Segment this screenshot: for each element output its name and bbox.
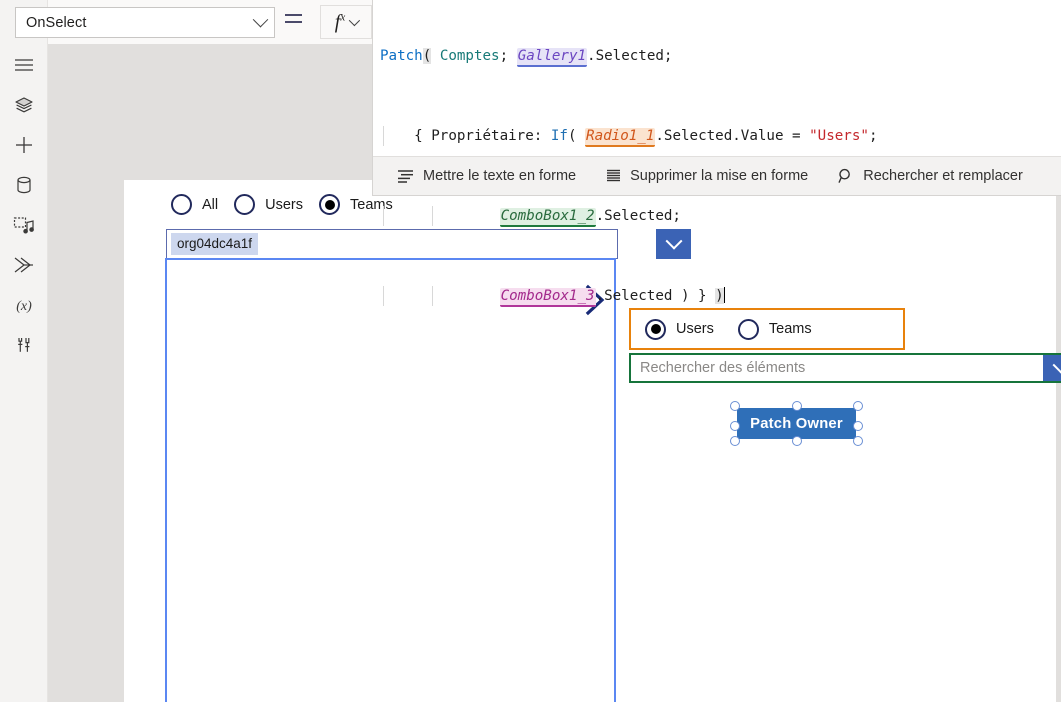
formula-if-paren: ( (567, 128, 586, 144)
fx-button[interactable]: fx (320, 5, 372, 39)
selection-handles (730, 401, 863, 446)
find-replace-label: Rechercher et remplacer (863, 168, 1023, 184)
formula-property: .Selected; (595, 208, 681, 224)
formula-panel: Patch( Comptes; Gallery1.Selected; { Pro… (372, 0, 1061, 307)
formula-line-3: ComboBox1_2.Selected; (380, 206, 1061, 227)
radio-circle-icon (234, 194, 256, 215)
remove-format-icon (607, 169, 621, 182)
formula-string-users: "Users" (809, 128, 869, 144)
formula-control-combobox1-2: ComboBox1_2 (499, 208, 596, 227)
formula-space (431, 48, 440, 64)
formula-control-radio1-1: Radio1_1 (585, 128, 656, 147)
combobox-selected-chip: org04dc4a1f (171, 233, 259, 255)
formula-property: .Selected; (587, 48, 673, 64)
left-rail: (x) (0, 0, 48, 702)
owner-combobox[interactable]: Rechercher des éléments (629, 353, 1061, 383)
media-icon[interactable] (0, 205, 48, 245)
formula-separator: ; (499, 48, 517, 64)
format-text-label: Mettre le texte en forme (423, 168, 577, 184)
remove-formatting-label: Supprimer la mise en forme (630, 168, 809, 184)
resize-handle-se[interactable] (853, 436, 863, 446)
formula-indent (380, 288, 500, 304)
fx-label: fx (334, 10, 346, 33)
remove-formatting-button[interactable]: Supprimer la mise en forme (606, 168, 808, 184)
formula-editor[interactable]: Patch( Comptes; Gallery1.Selected; { Pro… (373, 0, 1061, 307)
resize-handle-nw[interactable] (730, 401, 740, 411)
radio-option-all[interactable]: All (171, 194, 218, 215)
formula-indent (380, 128, 414, 144)
owner-combobox-dropdown-button[interactable] (1043, 355, 1061, 381)
formula-function-patch: Patch (380, 48, 423, 64)
formula-control-combobox1-3: ComboBox1_3 (499, 288, 596, 307)
equals-sign-icon (285, 14, 302, 23)
power-automate-icon[interactable] (0, 245, 48, 285)
resize-handle-s[interactable] (791, 436, 802, 446)
formula-indent (380, 208, 500, 224)
radio-option-users[interactable]: Users (234, 194, 303, 215)
format-text-button[interactable]: Mettre le texte en forme (397, 168, 576, 184)
formula-line-1: Patch( Comptes; Gallery1.Selected; (380, 46, 1061, 67)
chevron-down-icon (348, 14, 361, 27)
variables-icon[interactable]: (x) (0, 285, 48, 325)
owner-combobox-placeholder: Rechercher des éléments (640, 360, 806, 376)
find-replace-button[interactable]: Rechercher et remplacer (838, 168, 1023, 184)
formula-close-paren: ) (715, 288, 724, 304)
tree-view-icon[interactable] (0, 85, 48, 125)
formula-function-if: If (550, 128, 568, 144)
resize-handle-w[interactable] (730, 421, 740, 431)
resize-handle-n[interactable] (791, 401, 802, 411)
formula-brace: { (414, 128, 432, 144)
data-icon[interactable] (0, 165, 48, 205)
chevron-down-icon (252, 11, 269, 28)
text-cursor (723, 287, 725, 303)
formula-semicolon: ; (868, 128, 878, 144)
svg-text:(x): (x) (16, 299, 32, 314)
resize-handle-ne[interactable] (853, 401, 863, 411)
hamburger-menu-icon[interactable] (0, 45, 48, 85)
search-icon (838, 168, 851, 183)
radio-circle-icon-selected (319, 194, 340, 215)
formula-toolbar: Mettre le texte en forme Supprimer la mi… (373, 156, 1061, 195)
radio-circle-icon (171, 194, 192, 215)
property-selector-value: OnSelect (26, 14, 87, 31)
format-text-icon (398, 170, 413, 183)
radio-option-label: All (202, 196, 219, 213)
formula-table-name: Comptes (439, 48, 500, 64)
formula-property: .Selected ) } (595, 288, 716, 304)
formula-field-name: Propriétaire: (431, 128, 551, 144)
tools-icon[interactable] (0, 325, 48, 365)
formula-line-4: ComboBox1_3.Selected ) } ) (380, 286, 1061, 307)
chevron-down-icon (1052, 356, 1061, 374)
radio-option-label: Users (265, 196, 303, 213)
property-selector-dropdown[interactable]: OnSelect (15, 7, 275, 38)
formula-condition: .Selected.Value = (655, 128, 810, 144)
radio-group-filter[interactable]: All Users Teams (171, 194, 409, 215)
insert-icon[interactable] (0, 125, 48, 165)
resize-handle-sw[interactable] (730, 436, 740, 446)
resize-handle-e[interactable] (853, 421, 863, 431)
formula-control-gallery1: Gallery1 (516, 48, 588, 67)
formula-line-2: { Propriétaire: If( Radio1_1.Selected.Va… (380, 126, 1061, 147)
formula-open-paren: ( (422, 48, 432, 64)
